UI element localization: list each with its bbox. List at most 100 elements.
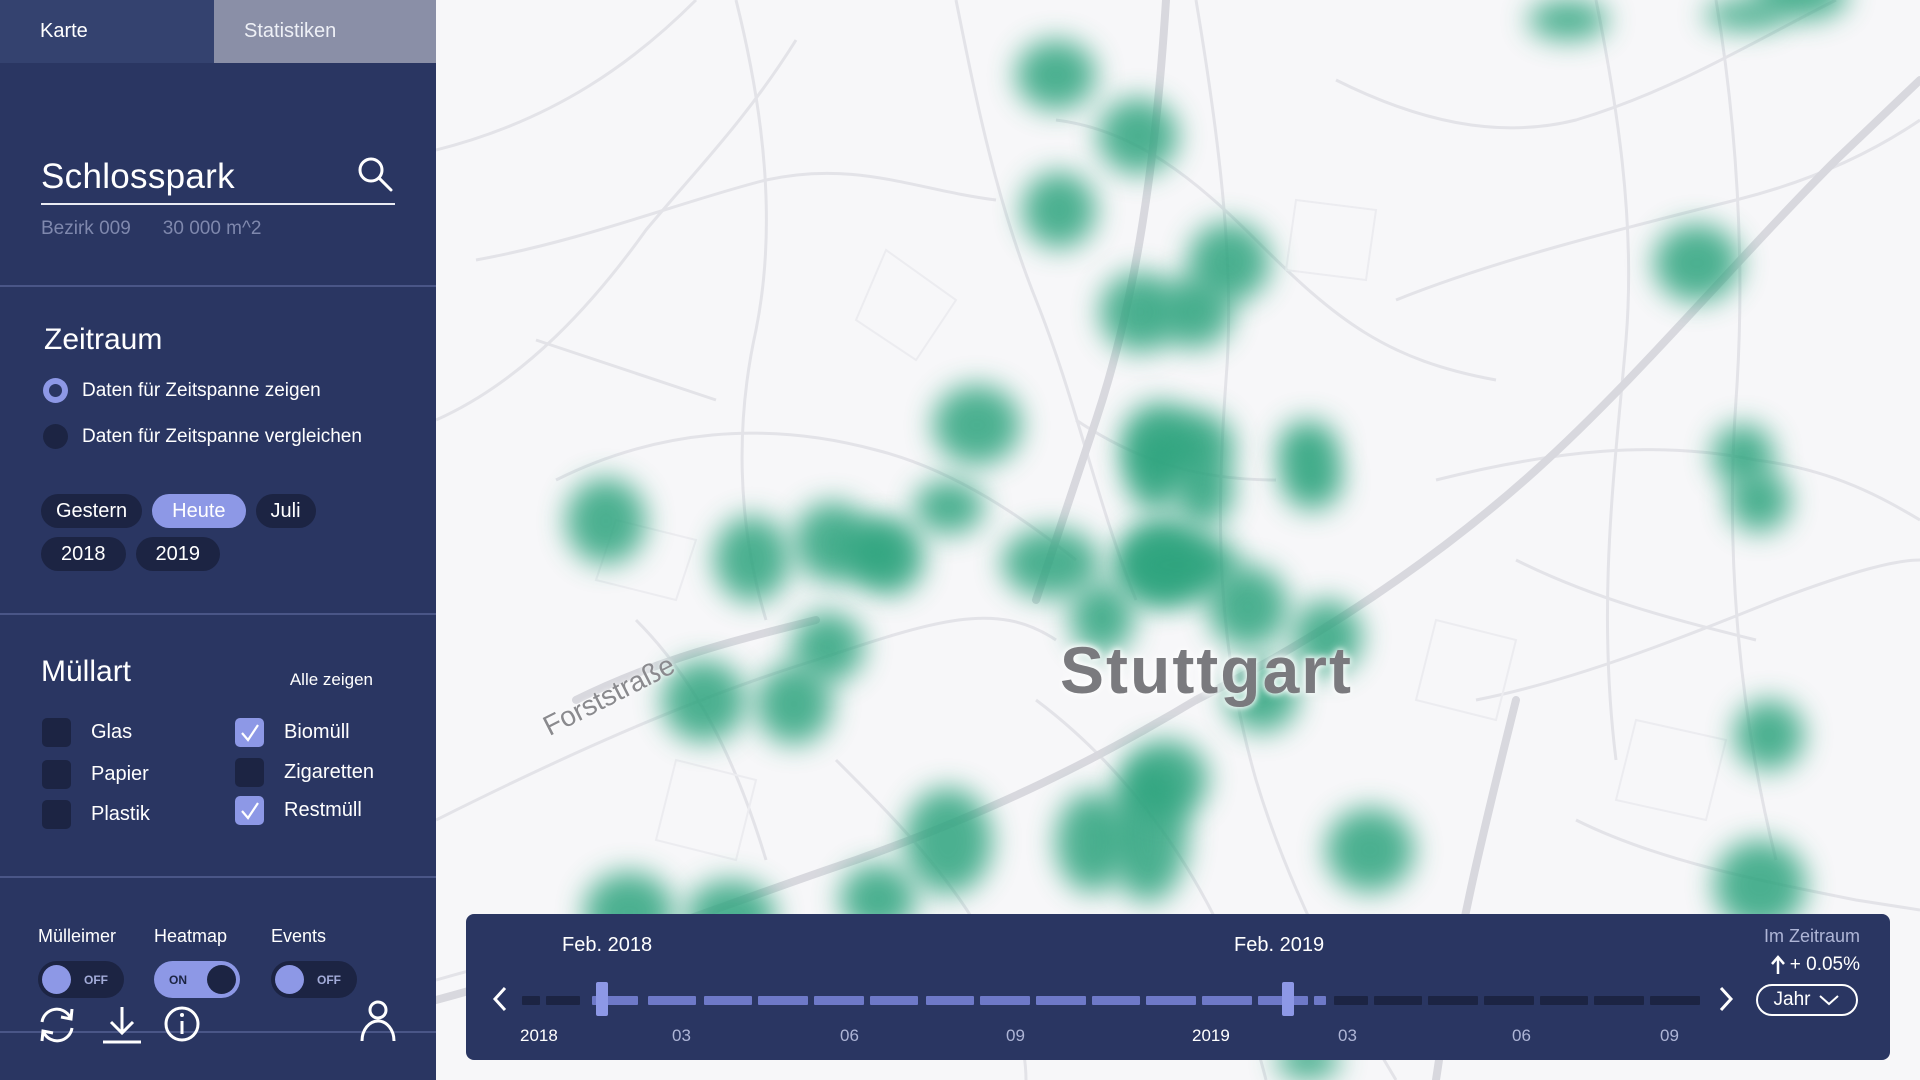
chip-gestern[interactable]: Gestern [41,494,143,528]
period-label: Im Zeitraum [1763,926,1860,946]
heatmap-spot [1728,470,1790,532]
timeline-segment-selected [980,996,1030,1005]
toggle-label: Events [271,926,327,946]
timeline-segment-selected [814,996,864,1005]
timeline-segment-selected [1202,996,1252,1005]
tab-karte[interactable]: Karte [0,0,214,63]
chevron-right-icon[interactable] [1714,984,1738,1014]
timeline-track[interactable] [522,996,1700,1005]
heatmap-spot [1282,450,1342,510]
timeline-segment-selected [1036,996,1086,1005]
search-input[interactable]: Schlosspark [41,157,235,197]
radio-label: Daten für Zeitspanne zeigen [82,379,321,401]
timeline-segment [522,996,540,1005]
city-label: Stuttgart [1060,633,1353,707]
chevron-left-icon[interactable] [488,984,512,1014]
checkbox-checked[interactable] [235,796,264,825]
checkbox[interactable] [235,758,264,787]
chip-heute[interactable]: Heute [152,494,246,528]
chip-2019[interactable]: 2019 [135,537,220,571]
heatmap-spot [756,664,832,744]
checkbox-label: Biomüll [284,721,350,743]
checkbox-label: Glas [91,721,133,743]
timeline-end-label: Feb. 2019 [1234,934,1325,956]
checkbox-label: Restmüll [284,799,362,821]
tab-bar: Karte Statistiken [0,0,436,63]
chip-2018[interactable]: 2018 [41,537,126,571]
zeitraum-title: Zeitraum [44,323,163,356]
checkbox-biomuell[interactable]: Biomüll [235,718,350,747]
heatmap-spot [904,788,992,894]
change-value: + 0.05% [1789,954,1860,975]
timeline-segment-selected [870,996,918,1005]
heatmap-spot [1056,792,1128,892]
refresh-icon[interactable] [36,1004,78,1046]
check-icon [240,723,259,742]
timeline-segment-selected [1146,996,1196,1005]
timeline-segment [1540,996,1588,1005]
toggle-group-muelleimer: Mülleimer OFF [38,926,124,998]
location-section: Schlosspark Bezirk 009 30 000 m^2 [0,63,436,287]
radio-zeitspanne-vergleichen[interactable]: Daten für Zeitspanne vergleichen [43,424,362,449]
timeline-tick-label: 06 [1512,1026,1531,1045]
user-icon[interactable] [358,998,398,1044]
checkbox-papier[interactable]: Papier [42,760,149,789]
tab-statistiken[interactable]: Statistiken [214,0,436,63]
timeline-segment [1484,996,1534,1005]
location-meta: Bezirk 009 30 000 m^2 [41,218,261,240]
timeline-segment-selected [758,996,808,1005]
toggle-group-events: Events OFF [271,926,357,998]
toggle-label: Heatmap [154,926,228,946]
radio-label: Daten für Zeitspanne vergleichen [82,425,362,447]
checkbox-zigaretten[interactable]: Zigaretten [235,758,374,787]
timeline-segment-selected [648,996,696,1005]
heatmap-spot [1734,700,1804,770]
heatmap-spot [566,478,646,564]
sidebar: Karte Statistiken Schlosspark Bezirk 009… [0,0,436,1080]
radio-button-selected[interactable] [43,378,68,403]
download-icon[interactable] [100,1004,144,1046]
checkbox[interactable] [42,800,71,829]
heatmap-spot [1158,276,1232,348]
checkbox-checked[interactable] [235,718,264,747]
timeline-segment [1374,996,1422,1005]
search-field[interactable]: Schlosspark [41,151,395,205]
muellart-section: Müllart Alle zeigen Glas Papier Plastik … [0,615,436,878]
heatmap-spot [933,385,1021,465]
chip-juli[interactable]: Juli [255,494,316,528]
radio-zeitspanne-zeigen[interactable]: Daten für Zeitspanne zeigen [43,378,321,403]
heatmap-spot [1654,224,1740,302]
district-label: Bezirk 009 [41,218,131,239]
checkbox-plastik[interactable]: Plastik [42,800,150,829]
timeline-start-label: Feb. 2018 [562,934,653,956]
heatmap-spot [842,522,902,582]
toggle-label: Mülleimer [38,926,117,946]
timeline-tick-label: 03 [1338,1026,1357,1045]
heatmap-spot [1173,455,1233,527]
heatmap-spot [1126,430,1182,512]
timeline-segment-selected [1092,996,1140,1005]
timeline-tick-label: 2018 [520,1026,558,1045]
area-label: 30 000 m^2 [162,218,262,239]
arrow-up-icon [1770,955,1785,974]
heatmap-spot [1016,40,1096,110]
heatmap-spot [1022,172,1096,248]
checkbox-label: Plastik [91,803,150,825]
checkbox-restmuell[interactable]: Restmüll [235,796,362,825]
search-icon[interactable] [355,154,395,194]
timeline-start-handle[interactable] [596,982,608,1016]
heatmap-spot [1124,740,1208,818]
timeline-segment [1650,996,1700,1005]
timeline-end-handle[interactable] [1282,982,1294,1016]
show-all-link[interactable]: Alle zeigen [290,670,373,690]
info-icon[interactable] [162,1004,202,1044]
checkbox-glas[interactable]: Glas [42,718,132,747]
check-icon [240,801,259,820]
granularity-select[interactable]: Jahr [1756,984,1858,1016]
checkbox[interactable] [42,760,71,789]
radio-button[interactable] [43,424,68,449]
timeline-tick-label: 03 [672,1026,691,1045]
checkbox[interactable] [42,718,71,747]
change-indicator: + 0.05% [1770,954,1860,976]
timeline-panel: Feb. 2018 Feb. 2019 2018 03 06 09 2019 0… [466,914,1890,1060]
